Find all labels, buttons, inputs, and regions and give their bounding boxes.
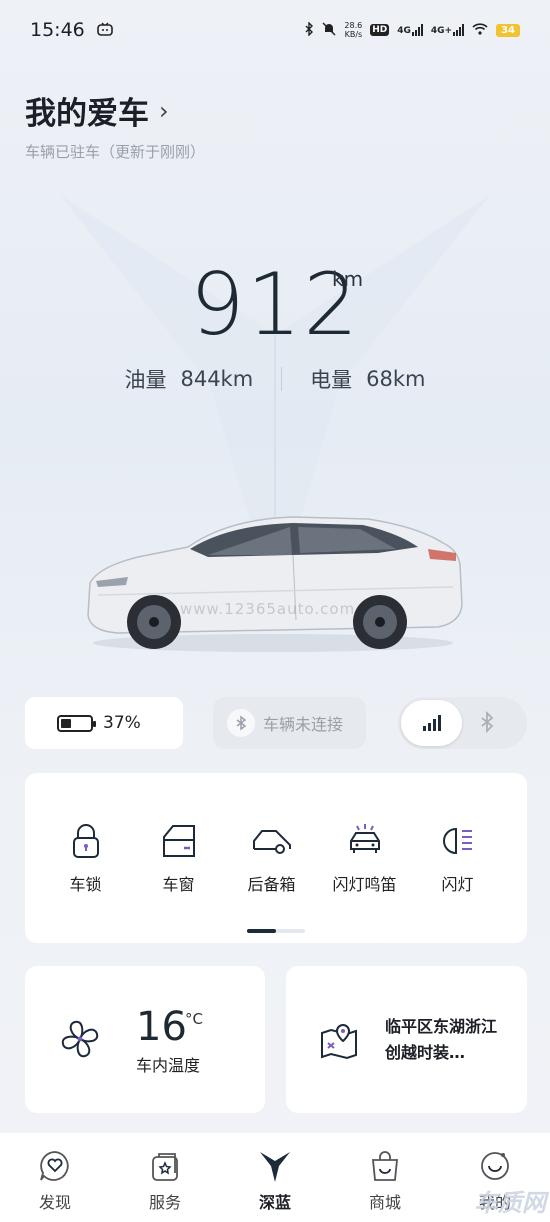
vehicle-status-row: 37% 车辆未连接 — [25, 697, 527, 751]
headlight-icon — [442, 827, 472, 855]
bluetooth-status-icon — [304, 20, 314, 39]
image-watermark: www.12365auto.com — [180, 600, 356, 618]
trunk-control[interactable]: 后备箱 — [225, 821, 318, 895]
fan-icon — [61, 1020, 99, 1058]
flash-horn-control[interactable]: 闪灯鸣笛 — [318, 821, 411, 895]
map-location-icon — [321, 1023, 357, 1060]
profile-icon — [481, 1152, 509, 1180]
app-notification-icon — [96, 21, 113, 40]
cellular-signal-icon — [422, 715, 441, 731]
tab-service[interactable]: 服务 — [110, 1133, 220, 1222]
status-time: 15:46 — [30, 19, 85, 41]
vehicle-location-card[interactable]: 临平区东湖浙江创越时装… — [286, 966, 527, 1113]
battery-icon — [57, 714, 96, 732]
tab-deepal-label: 深蓝 — [258, 1193, 291, 1212]
trunk-icon — [252, 830, 291, 854]
electric-range-value: 68km — [366, 367, 426, 391]
battery-percent: 37% — [103, 713, 141, 733]
my-car-link[interactable]: 我的爱车 › — [25, 88, 205, 133]
status-bar: 15:46 28.6 KB/s HD 4G 4G+ 34 — [0, 0, 550, 60]
page-header: 我的爱车 › 车辆已驻车（更新于刚刚） — [25, 88, 205, 162]
bluetooth-icon — [227, 709, 255, 737]
page-title: 我的爱车 — [25, 96, 149, 132]
tab-service-label: 服务 — [148, 1193, 181, 1212]
cabin-temperature-label: 车内温度 — [136, 1056, 201, 1075]
total-range-unit: km — [332, 267, 364, 291]
page-indicator — [247, 929, 305, 933]
cellular-mode-option[interactable] — [401, 700, 462, 746]
bottom-tab-bar: 发现 服务 深蓝 商城 我的 — [0, 1133, 550, 1222]
site-watermark: 车质网 — [474, 1189, 546, 1217]
bluetooth-status-text: 车辆未连接 — [263, 715, 344, 734]
vehicle-location-text: 临平区东湖浙江创越时装… — [385, 1017, 498, 1062]
battery-level-fill — [61, 718, 71, 728]
star-bag-icon — [152, 1153, 178, 1181]
bluetooth-connection-pill[interactable]: 车辆未连接 — [213, 697, 366, 749]
tab-discover-label: 发现 — [38, 1193, 71, 1212]
battery-pill[interactable]: 37% — [25, 697, 183, 749]
remote-controls-card: 车锁 车窗 后备箱 闪灯鸣笛 闪灯 — [25, 773, 527, 943]
cabin-temperature-card[interactable]: 16 °C 车内温度 — [25, 966, 265, 1113]
headlight-label: 闪灯 — [441, 875, 474, 894]
net-speed: 28.6 KB/s — [344, 21, 363, 39]
range-divider — [281, 367, 283, 391]
remote-controls: 车锁 车窗 后备箱 闪灯鸣笛 闪灯 — [25, 821, 527, 895]
flash-horn-icon — [349, 824, 380, 853]
lock-label: 车锁 — [69, 875, 102, 894]
signal-4g: 4G — [397, 24, 423, 36]
range-breakdown: 油量 844km 电量 68km — [0, 364, 550, 394]
total-range: 912 km — [0, 255, 550, 355]
mute-bell-icon — [322, 21, 336, 39]
tab-shop[interactable]: 商城 — [330, 1133, 440, 1222]
lock-control[interactable]: 车锁 — [39, 821, 132, 895]
hd-badge: HD — [370, 24, 390, 36]
headlight-control[interactable]: 闪灯 — [411, 821, 504, 895]
parking-status-text: 车辆已驻车（更新于刚刚） — [25, 143, 206, 161]
tab-discover[interactable]: 发现 — [0, 1133, 110, 1222]
heart-chat-icon — [40, 1151, 69, 1181]
page-indicator-active — [247, 929, 276, 933]
window-label: 车窗 — [162, 875, 195, 894]
connection-mode-toggle[interactable] — [398, 697, 527, 749]
bluetooth-mode-icon[interactable] — [480, 710, 494, 737]
flash-horn-label: 闪灯鸣笛 — [332, 875, 397, 894]
window-icon — [162, 825, 195, 857]
cabin-temperature-value: 16 — [136, 1004, 187, 1050]
lock-icon — [72, 824, 99, 858]
fuel-range-label: 油量 — [124, 368, 167, 392]
signal-4g-plus: 4G+ — [431, 24, 465, 36]
window-control[interactable]: 车窗 — [132, 821, 225, 895]
wifi-icon — [472, 22, 488, 38]
trunk-label: 后备箱 — [247, 875, 296, 894]
fuel-range-value: 844km — [180, 367, 254, 391]
cabin-temperature-unit: °C — [185, 1010, 203, 1028]
tab-deepal[interactable]: 深蓝 — [220, 1133, 330, 1222]
chevron-right-icon: › — [159, 96, 169, 125]
phone-battery: 34 — [496, 23, 520, 37]
deepal-logo-icon — [260, 1152, 290, 1182]
tab-shop-label: 商城 — [368, 1193, 401, 1212]
electric-range-label: 电量 — [310, 368, 353, 392]
car-image[interactable] — [78, 505, 468, 655]
shopping-bag-icon — [372, 1151, 398, 1181]
